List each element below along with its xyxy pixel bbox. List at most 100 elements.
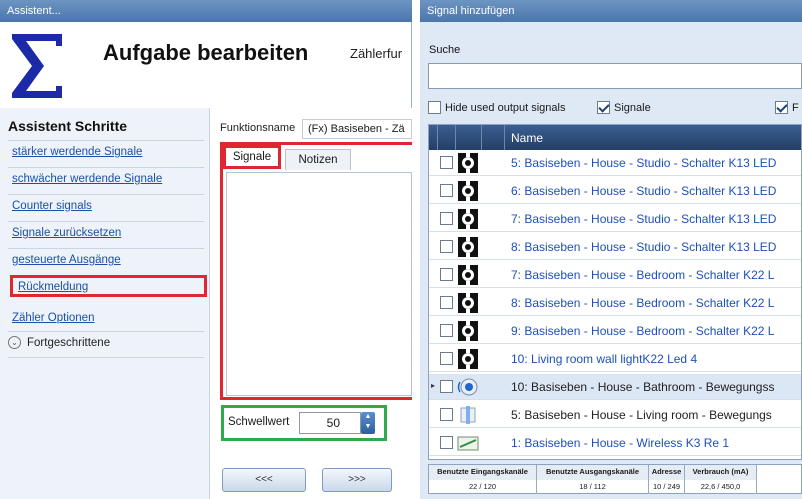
signal-name[interactable]: 8: Basiseben - House - Bedroom - Schalte… (511, 296, 774, 310)
third-filter-label: F (792, 101, 799, 114)
step-link-decreasing-signals[interactable]: schwächer werdende Signale (12, 168, 202, 190)
search-label: Suche (429, 44, 461, 56)
signal-name[interactable]: 9: Basiseben - House - Bedroom - Schalte… (511, 324, 774, 338)
filter-row: Hide used output signals Signale F (428, 101, 802, 117)
tabs-container: Signale Notizen (220, 142, 412, 400)
sigma-logo-icon (12, 34, 62, 98)
step-link-counter-options[interactable]: Zähler Optionen (12, 307, 202, 329)
wizard-steps-panel: Assistent Schritte stärker werdende Sign… (0, 108, 210, 499)
hide-used-checkbox[interactable]: Hide used output signals (428, 101, 565, 114)
signal-name[interactable]: 8: Basiseben - House - Studio - Schalter… (511, 240, 776, 254)
row-checkbox[interactable] (440, 156, 453, 169)
page-title: Aufgabe bearbeiten (103, 40, 309, 65)
table-row[interactable]: 7: Basiseben - House - Studio - Schalter… (429, 206, 801, 232)
threshold-spinner[interactable]: ▲ ▼ (361, 412, 375, 434)
signal-name[interactable]: 6: Basiseben - House - Studio - Schalter… (511, 184, 776, 198)
row-checkbox[interactable] (440, 380, 453, 393)
tab-notes[interactable]: Notizen (285, 149, 351, 170)
steps-header: Assistent Schritte (8, 118, 128, 134)
step-link-controlled-outputs[interactable]: gesteuerte Ausgänge (12, 249, 202, 271)
motion-sensor-icon (457, 376, 479, 398)
row-checkbox[interactable] (440, 296, 453, 309)
row-checkbox[interactable] (440, 240, 453, 253)
stats-input-header: Benutzte Eingangskanäle (429, 465, 537, 480)
table-row[interactable]: 8: Basiseben - House - Studio - Schalter… (429, 234, 801, 260)
led-indicator-icon (457, 292, 479, 314)
step-link-reset-signals[interactable]: Signale zurücksetzen (12, 222, 202, 244)
stats-consumption-value: 22,6 / 450,0 (685, 480, 757, 494)
row-checkbox[interactable] (440, 184, 453, 197)
function-name-label: Funktionsname (220, 122, 296, 134)
signal-grid: Name 5: Basiseben - House - Studio - Sch… (428, 124, 802, 460)
column-divider (437, 125, 438, 150)
tab-signals[interactable]: Signale (223, 145, 281, 169)
row-checkbox[interactable] (440, 212, 453, 225)
page-subtitle: Zählerfur (350, 46, 403, 61)
advanced-label: Fortgeschrittene (27, 336, 111, 349)
column-header-name[interactable]: Name (511, 131, 543, 145)
led-indicator-icon (457, 208, 479, 230)
threshold-input[interactable]: 50 (299, 412, 361, 434)
signal-name[interactable]: 5: Basiseben - House - Living room - Bew… (511, 408, 772, 422)
checkbox-box[interactable] (428, 101, 441, 114)
row-pointer-icon: ▸ (431, 381, 436, 390)
column-divider (455, 125, 456, 150)
step-link-counter-signals[interactable]: Counter signals (12, 195, 202, 217)
led-indicator-icon (457, 320, 479, 342)
third-filter-checkbox[interactable]: F (775, 101, 799, 114)
signal-dialog: Signal hinzufügen Suche Hide used output… (420, 0, 802, 499)
signal-name[interactable]: 10: Living room wall lightK22 Led 4 (511, 352, 697, 366)
column-divider (481, 125, 482, 150)
advanced-expander[interactable]: ⌄ Fortgeschrittene (8, 336, 110, 349)
previous-button[interactable]: <<< (222, 468, 306, 492)
led-indicator-icon (457, 348, 479, 370)
wizard-title-bar: Assistent... (0, 0, 412, 22)
led-indicator-icon (457, 264, 479, 286)
wizard-window: Assistent... Aufgabe bearbeiten Zählerfu… (0, 0, 412, 499)
signal-name[interactable]: 7: Basiseben - House - Studio - Schalter… (511, 212, 776, 226)
signals-filter-label: Signale (614, 101, 651, 114)
table-row[interactable]: 5: Basiseben - House - Living room - Bew… (429, 402, 801, 428)
stats-input-value: 22 / 120 (429, 480, 537, 494)
signal-name[interactable]: 10: Basiseben - House - Bathroom - Beweg… (511, 380, 774, 394)
function-name-input[interactable]: (Fx) Basiseben - Zä (302, 119, 412, 139)
table-row[interactable]: ▸ 10: Basiseben - House - Bathroom - Bewe… (429, 374, 801, 400)
relay-icon (457, 432, 479, 454)
signal-name[interactable]: 1: Basiseben - House - Wireless K3 Re 1 (511, 436, 729, 450)
threshold-group: Schwellwert 50 ▲ ▼ (221, 405, 387, 441)
signal-name[interactable]: 5: Basiseben - House - Studio - Schalter… (511, 156, 776, 170)
row-checkbox[interactable] (440, 324, 453, 337)
chevron-down-icon: ⌄ (8, 336, 21, 349)
row-checkbox[interactable] (440, 268, 453, 281)
signal-dialog-title-bar: Signal hinzufügen (420, 0, 802, 22)
row-checkbox[interactable] (440, 352, 453, 365)
step-link-feedback[interactable]: Rückmeldung (10, 275, 207, 297)
step-link-increasing-signals[interactable]: stärker werdende Signale (12, 141, 202, 163)
table-row[interactable]: 8: Basiseben - House - Bedroom - Schalte… (429, 290, 801, 316)
table-row[interactable]: 7: Basiseben - House - Bedroom - Schalte… (429, 262, 801, 288)
table-row[interactable]: 6: Basiseben - House - Studio - Schalter… (429, 178, 801, 204)
row-checkbox[interactable] (440, 436, 453, 449)
table-row[interactable]: 10: Living room wall lightK22 Led 4 (429, 346, 801, 372)
grid-header: Name (429, 125, 801, 150)
table-row[interactable]: 9: Basiseben - House - Bedroom - Schalte… (429, 318, 801, 344)
table-row[interactable]: 1: Basiseben - House - Wireless K3 Re 1 (429, 430, 801, 456)
next-button[interactable]: >>> (322, 468, 392, 492)
checkbox-box[interactable] (597, 101, 610, 114)
function-panel: Funktionsname (Fx) Basiseben - Zä Signal… (212, 108, 412, 499)
search-input[interactable] (428, 63, 802, 89)
table-row[interactable]: 5: Basiseben - House - Studio - Schalter… (429, 150, 801, 176)
signals-list-area[interactable] (226, 172, 412, 396)
row-checkbox[interactable] (440, 408, 453, 421)
checkbox-box[interactable] (775, 101, 788, 114)
column-divider (504, 125, 505, 150)
signals-checkbox[interactable]: Signale (597, 101, 651, 114)
stats-address-value: 10 / 249 (649, 480, 685, 494)
stats-consumption-header: Verbrauch (mA) (685, 465, 757, 480)
signal-name[interactable]: 7: Basiseben - House - Bedroom - Schalte… (511, 268, 774, 282)
led-indicator-icon (457, 152, 479, 174)
stats-address-header: Adresse (649, 465, 685, 480)
led-indicator-icon (457, 180, 479, 202)
stats-output-value: 18 / 112 (537, 480, 649, 494)
threshold-label: Schwellwert (228, 416, 290, 428)
